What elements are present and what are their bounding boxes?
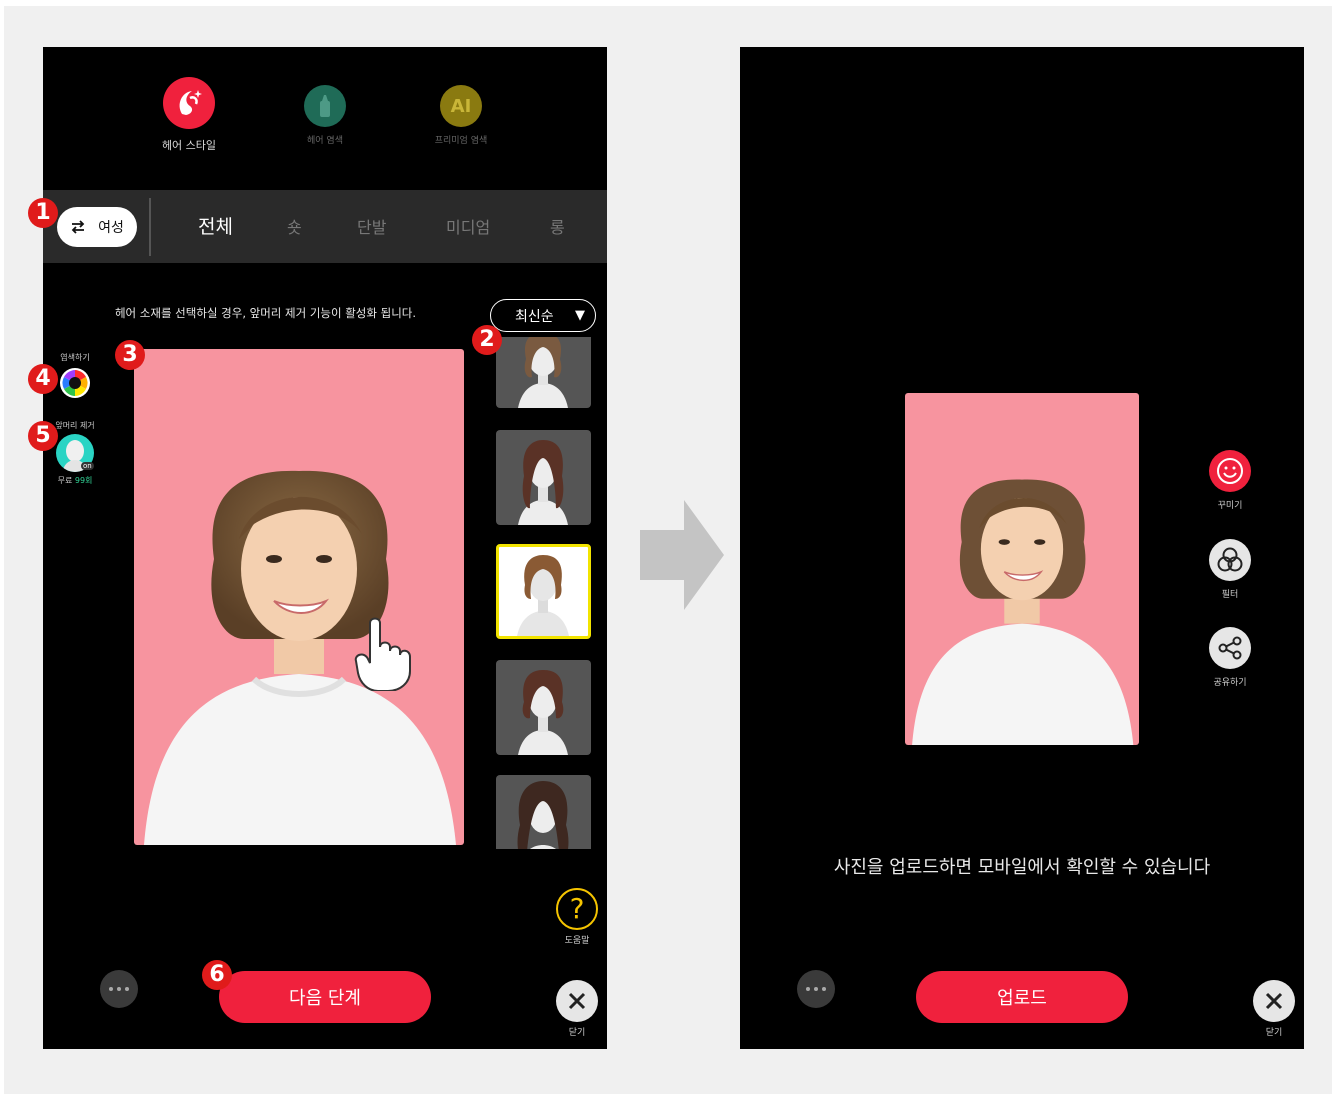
step-marker-1: 1 bbox=[28, 198, 58, 228]
close-label: 닫기 bbox=[1265, 1028, 1283, 1038]
tab-all[interactable]: 전체 bbox=[198, 212, 233, 239]
filter-button[interactable]: 필터 bbox=[1208, 539, 1252, 600]
hairstyle-list bbox=[496, 337, 591, 849]
close-icon bbox=[1253, 980, 1295, 1022]
step-marker-2: 2 bbox=[472, 325, 502, 355]
category-label: 헤어 염색 bbox=[307, 136, 343, 146]
gender-toggle-button[interactable]: 여성 bbox=[57, 207, 137, 247]
decorate-button[interactable]: 꾸미기 bbox=[1208, 450, 1252, 511]
ai-premium-icon: AI bbox=[440, 85, 482, 127]
result-screen: 꾸미기 필터 공유하기 사진을 업로드하면 모바일에서 확인할 수 있습니다 업… bbox=[740, 47, 1304, 1049]
hairstyle-thumb[interactable] bbox=[496, 430, 591, 525]
category-hair-style[interactable]: 헤어 스타일 bbox=[129, 77, 249, 153]
result-photo bbox=[905, 393, 1139, 745]
step-marker-6: 6 bbox=[202, 960, 232, 990]
caret-down-icon: ▼ bbox=[575, 308, 585, 323]
dye-tool-label: 염색하기 bbox=[60, 353, 90, 362]
hairstyle-thumb[interactable] bbox=[496, 337, 591, 408]
category-premium-dye[interactable]: AI 프리미엄 염색 bbox=[401, 85, 521, 146]
model-photo bbox=[912, 479, 1134, 745]
free-count-label: 무료 99회 bbox=[57, 476, 93, 485]
share-label: 공유하기 bbox=[1213, 678, 1247, 688]
decorate-label: 꾸미기 bbox=[1217, 501, 1243, 511]
help-label: 도움말 bbox=[564, 936, 590, 946]
close-label: 닫기 bbox=[568, 1028, 586, 1038]
share-button[interactable]: 공유하기 bbox=[1208, 627, 1252, 688]
tab-short[interactable]: 숏 bbox=[287, 214, 302, 238]
arrow-right-icon bbox=[640, 500, 724, 610]
more-options-button[interactable] bbox=[100, 970, 138, 1008]
category-label: 헤어 스타일 bbox=[161, 139, 217, 152]
bang-tool-label: 앞머리 제거 bbox=[55, 421, 95, 430]
wig-mannequin-icon bbox=[518, 337, 568, 408]
gender-label: 여성 bbox=[98, 220, 124, 236]
hand-pointer-icon bbox=[354, 617, 411, 691]
smile-icon bbox=[1209, 450, 1251, 492]
sort-label: 최신순 bbox=[515, 308, 554, 325]
tab-divider bbox=[149, 198, 151, 256]
wig-mannequin-icon bbox=[518, 440, 568, 525]
upload-message: 사진을 업로드하면 모바일에서 확인할 수 있습니다 bbox=[833, 857, 1211, 878]
wig-mannequin-icon bbox=[517, 781, 569, 849]
hair-style-screen: 헤어 스타일 헤어 염색 AI 프리미엄 염색 여성 전체 숏 단발 미디엄 롱… bbox=[43, 47, 607, 1049]
category-label: 프리미엄 염색 bbox=[434, 136, 488, 146]
tab-medium[interactable]: 미디엄 bbox=[446, 214, 490, 238]
help-button[interactable]: ? 도움말 bbox=[556, 888, 598, 946]
more-options-button[interactable] bbox=[797, 970, 835, 1008]
filter-label: 필터 bbox=[1221, 590, 1239, 600]
bang-removal-tool[interactable]: 앞머리 제거 on 무료 99회 bbox=[51, 420, 99, 486]
category-hair-dye[interactable]: 헤어 염색 bbox=[265, 85, 385, 146]
swap-arrows-icon bbox=[71, 220, 85, 234]
next-step-button[interactable]: 다음 단계 bbox=[219, 971, 431, 1023]
question-icon: ? bbox=[556, 888, 598, 930]
ai-icon-text: AI bbox=[450, 95, 472, 117]
close-icon bbox=[556, 980, 598, 1022]
dye-tool[interactable]: 염색하기 bbox=[55, 352, 95, 403]
step-marker-3: 3 bbox=[115, 340, 145, 370]
color-wheel-icon bbox=[60, 368, 90, 398]
hair-style-icon bbox=[163, 77, 215, 129]
step-marker-5: 5 bbox=[28, 421, 58, 451]
close-button[interactable]: 닫기 bbox=[1253, 980, 1295, 1038]
bang-removal-notice: 헤어 소재를 선택하실 경우, 앞머리 제거 기능이 활성화 됩니다. bbox=[114, 306, 417, 320]
wig-mannequin-icon bbox=[518, 670, 568, 755]
hairstyle-thumb-selected[interactable] bbox=[496, 544, 591, 639]
share-icon bbox=[1209, 627, 1251, 669]
step-marker-4: 4 bbox=[28, 364, 58, 394]
tab-long[interactable]: 롱 bbox=[550, 214, 565, 238]
hair-dye-icon bbox=[304, 85, 346, 127]
photo-preview[interactable] bbox=[134, 349, 464, 845]
upload-button[interactable]: 업로드 bbox=[916, 971, 1128, 1023]
sort-dropdown[interactable]: 최신순 ▼ bbox=[490, 299, 596, 332]
hairstyle-thumb[interactable] bbox=[496, 775, 591, 849]
category-tab-bar: 여성 전체 숏 단발 미디엄 롱 bbox=[43, 190, 607, 263]
close-button[interactable]: 닫기 bbox=[556, 980, 598, 1038]
bang-on-badge: on bbox=[81, 462, 94, 470]
model-photo bbox=[144, 470, 456, 845]
hairstyle-thumb[interactable] bbox=[496, 660, 591, 755]
filter-circles-icon bbox=[1209, 539, 1251, 581]
tab-bob[interactable]: 단발 bbox=[357, 214, 386, 238]
wig-mannequin-icon bbox=[517, 555, 569, 636]
